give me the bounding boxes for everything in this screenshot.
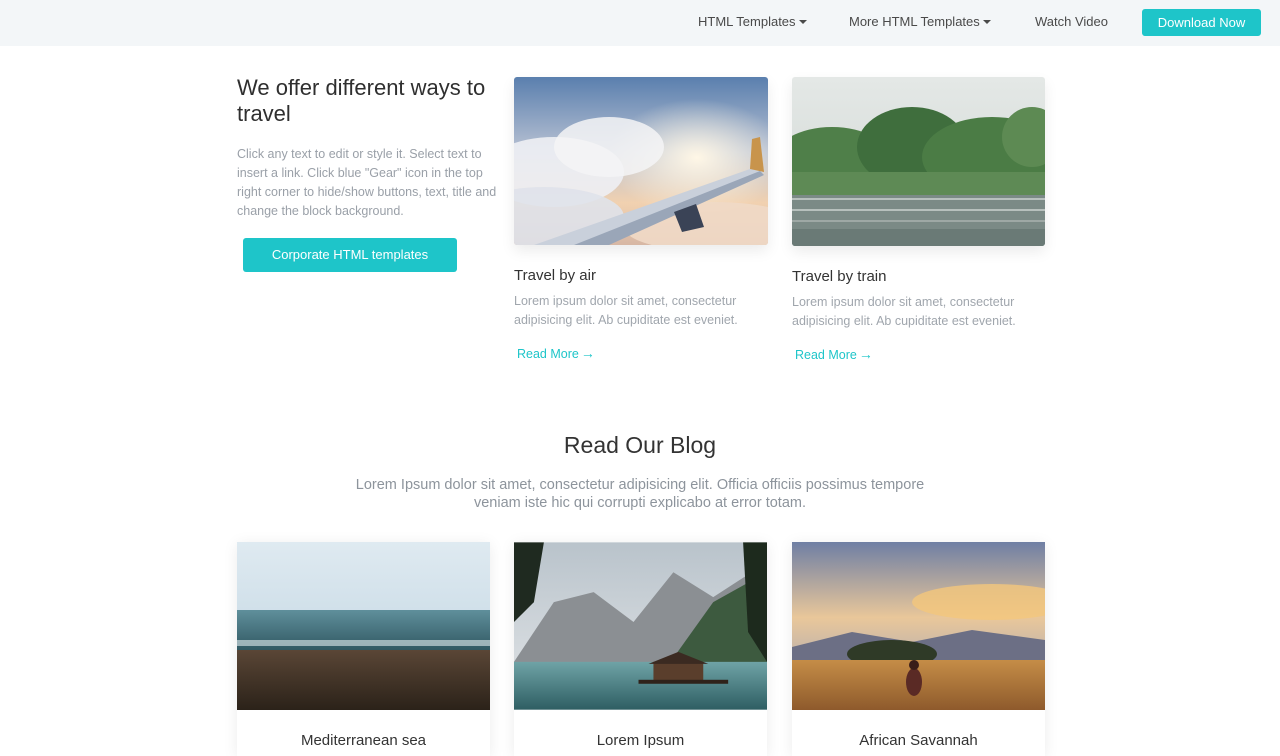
blog-card-lorem-ipsum[interactable]: Lorem Ipsum	[514, 542, 767, 756]
travel-air-title: Travel by air	[514, 267, 596, 284]
blog-card-title: African Savannah	[859, 732, 978, 749]
blog-title: Read Our Blog	[563, 432, 717, 458]
travel-air-read-more-link[interactable]: Read More →	[517, 345, 595, 361]
blog-card-title: Lorem Ipsum	[596, 732, 685, 749]
nav-more-html-templates[interactable]: More HTML Templates	[849, 0, 991, 43]
airplane-wing-image	[514, 77, 768, 245]
nav-more-html-templates-label: More HTML Templates	[849, 14, 980, 29]
top-navbar: HTML Templates More HTML Templates Watch…	[0, 0, 1280, 46]
download-now-button[interactable]: Download Now	[1142, 9, 1261, 36]
nav-html-templates-label: HTML Templates	[698, 14, 796, 29]
travel-train-title: Travel by train	[792, 268, 887, 285]
blog-subtitle: Lorem Ipsum dolor sit amet, consectetur …	[355, 477, 925, 511]
intro-title: We offer different ways to travel	[237, 75, 486, 126]
arrow-right-icon: →	[580, 345, 595, 361]
nav-watch-video[interactable]: Watch Video	[1035, 0, 1108, 43]
read-more-label: Read More	[517, 347, 579, 361]
travel-air-image[interactable]	[514, 77, 768, 245]
mountain-lake-image	[514, 542, 767, 710]
travel-train-image[interactable]	[792, 77, 1045, 246]
travel-train-text: Lorem ipsum dolor sit amet, consectetur …	[792, 295, 1016, 328]
intro-text: Click any text to edit or style it. Sele…	[237, 147, 497, 218]
nav-watch-video-label: Watch Video	[1035, 14, 1108, 29]
nav-html-templates[interactable]: HTML Templates	[698, 0, 807, 43]
caret-down-icon	[982, 19, 991, 24]
railway-image	[792, 77, 1045, 246]
arrow-right-icon: →	[858, 346, 873, 362]
blog-card-african-savannah[interactable]: African Savannah	[792, 542, 1045, 756]
travel-air-text: Lorem ipsum dolor sit amet, consectetur …	[514, 294, 738, 327]
caret-down-icon	[798, 19, 807, 24]
blog-card-mediterranean[interactable]: Mediterranean sea	[237, 542, 490, 756]
sea-image	[237, 542, 490, 710]
blog-card-title: Mediterranean sea	[300, 732, 427, 749]
read-more-label: Read More	[795, 348, 857, 362]
savannah-image	[792, 542, 1045, 710]
corporate-templates-button[interactable]: Corporate HTML templates	[243, 238, 457, 272]
travel-train-read-more-link[interactable]: Read More →	[795, 346, 873, 362]
